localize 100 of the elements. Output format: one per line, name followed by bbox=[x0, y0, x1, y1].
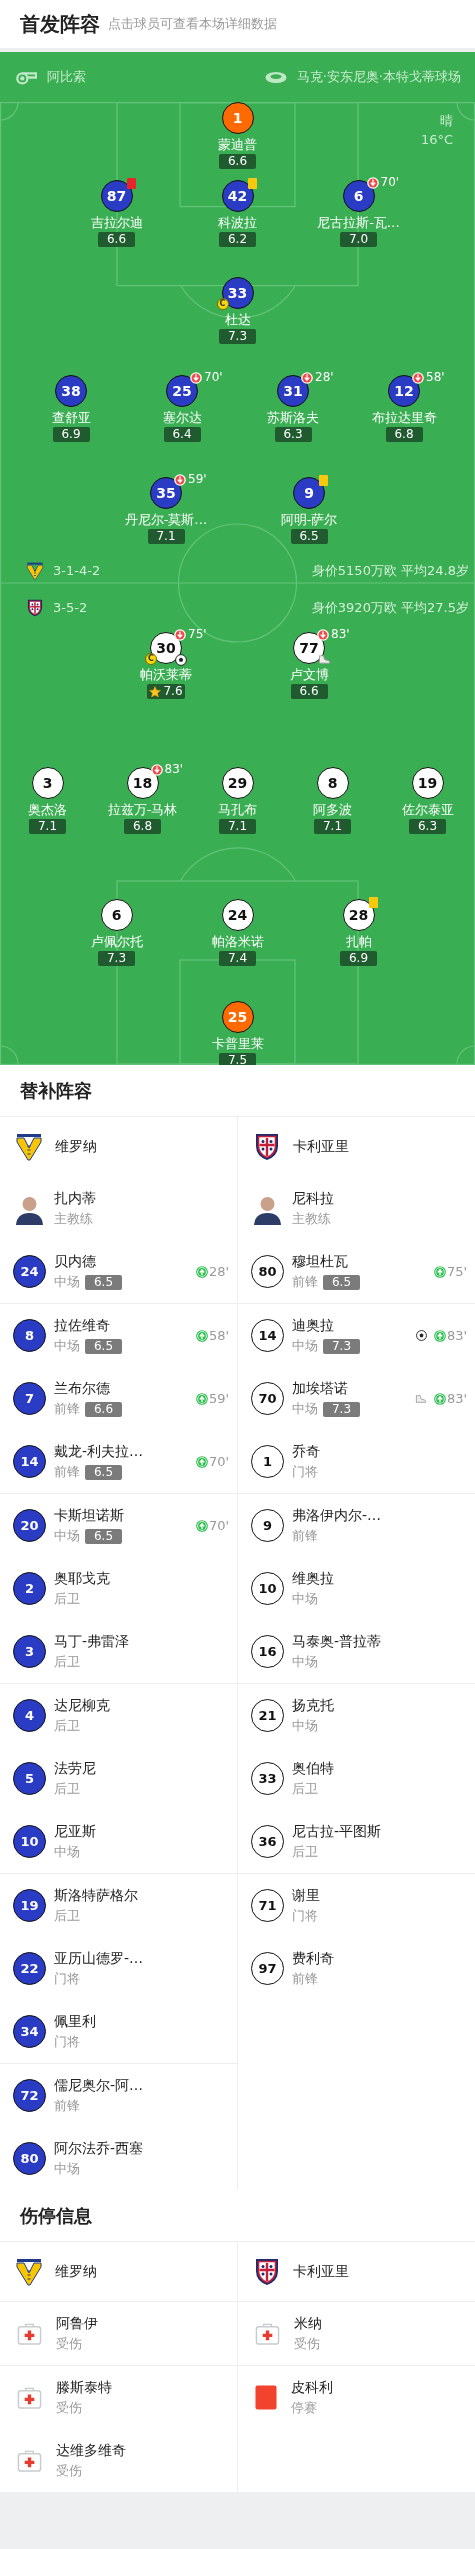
jersey-number: 34 bbox=[13, 2015, 46, 2048]
player-row[interactable]: 97 费利奇 前锋 bbox=[238, 1937, 475, 2000]
star-icon bbox=[149, 685, 162, 698]
player-name: 斯洛特萨格尔 bbox=[54, 1886, 139, 1905]
boot-icon bbox=[414, 1393, 427, 1404]
player-row[interactable]: 71 谢里 门将 bbox=[238, 1874, 475, 1937]
player-name: 奥伯特 bbox=[292, 1759, 335, 1778]
player-row[interactable]: 1 乔奇 门将 bbox=[238, 1430, 475, 1493]
sub-out-icon bbox=[301, 372, 313, 384]
player-row[interactable]: 2 奥耶戈克 后卫 bbox=[0, 1557, 237, 1620]
position-text: 前锋 bbox=[54, 1400, 80, 1418]
jersey-number[interactable]: 9 bbox=[293, 477, 325, 509]
jersey-number[interactable]: 24 bbox=[221, 899, 254, 931]
player-name: 兰布尔德 bbox=[54, 1379, 111, 1398]
status-text: 受伤 bbox=[56, 2335, 83, 2353]
player-row[interactable]: 21 扬克托 中场 bbox=[238, 1684, 475, 1747]
sub-out-icon bbox=[150, 764, 163, 776]
player-row[interactable]: 达维多维奇 受伤 bbox=[0, 2429, 237, 2492]
jersey-number: 97 bbox=[251, 1952, 284, 1985]
jersey-number[interactable]: 3 bbox=[31, 767, 64, 799]
player-name: 加埃塔诺 bbox=[292, 1379, 349, 1398]
jersey-number[interactable]: 12 bbox=[388, 375, 420, 407]
sub-in-icon bbox=[433, 1329, 446, 1342]
player-name: 奥杰洛 bbox=[28, 801, 67, 818]
player-row[interactable]: 22 亚历山德罗-… 门将 bbox=[0, 1937, 237, 2000]
player-name: 布拉达里奇 bbox=[371, 409, 437, 426]
position-text: 中场 bbox=[54, 1843, 80, 1861]
position-text: 前锋 bbox=[292, 1527, 318, 1545]
player-row[interactable]: 70 加埃塔诺 中场 7.3 83' bbox=[238, 1367, 475, 1430]
player-name: 弗洛伊内尔-… bbox=[292, 1506, 383, 1525]
captain-badge: C bbox=[145, 653, 157, 665]
referee-name: 阿比索 bbox=[47, 68, 86, 86]
position-text: 中场 bbox=[54, 2160, 80, 2178]
player-row[interactable]: 36 尼古拉-平图斯 后卫 bbox=[238, 1810, 475, 1873]
position-text: 后卫 bbox=[54, 1717, 80, 1735]
player-row[interactable]: 19 斯洛特萨格尔 后卫 bbox=[0, 1874, 237, 1937]
rating-value: 6.3 bbox=[283, 427, 303, 442]
player-row[interactable]: 33 奥伯特 后卫 bbox=[238, 1747, 475, 1810]
jersey-number[interactable]: 38 bbox=[55, 375, 87, 407]
jersey-number[interactable]: 87 bbox=[100, 180, 133, 212]
player-row[interactable]: 14 戴龙-利夫拉… 前锋 6.5 70' bbox=[0, 1430, 237, 1493]
player-row[interactable]: 7 兰布尔德 前锋 6.6 59' bbox=[0, 1367, 237, 1430]
card-icon bbox=[255, 2385, 277, 2410]
position-text: 后卫 bbox=[54, 1907, 80, 1925]
jersey-number: 22 bbox=[13, 1952, 46, 1985]
player-row[interactable]: 10 维奥拉 中场 bbox=[238, 1557, 475, 1620]
team-summary: 身价5150万欧 平均24.8岁 bbox=[311, 561, 469, 580]
coach-role: 主教练 bbox=[54, 1210, 94, 1228]
player-name: 卡斯坦诺斯 bbox=[54, 1506, 125, 1525]
sub-minute: 75' bbox=[446, 1264, 467, 1279]
player-name: 达维多维奇 bbox=[56, 2441, 127, 2460]
player-row[interactable]: 皮科利 停赛 bbox=[238, 2366, 475, 2429]
player-row[interactable]: 9 弗洛伊内尔-… 前锋 bbox=[238, 1494, 475, 1557]
player-name: 戴龙-利夫拉… bbox=[54, 1442, 145, 1461]
player-name: 卢文博 bbox=[289, 666, 329, 683]
player-name: 儒尼奥尔-阿… bbox=[54, 2076, 145, 2095]
sub-in-icon bbox=[433, 1392, 446, 1405]
sub-minute: 70' bbox=[380, 175, 400, 189]
position-text: 后卫 bbox=[54, 1780, 80, 1798]
rating-value: 6.9 bbox=[348, 951, 369, 966]
position-text: 中场 bbox=[292, 1653, 318, 1671]
jersey-number[interactable]: 35 bbox=[150, 477, 182, 509]
jersey-number[interactable]: 19 bbox=[411, 767, 444, 799]
player-row[interactable]: 8 拉佐维奇 中场 6.5 58' bbox=[0, 1304, 237, 1367]
captain-badge: C bbox=[216, 298, 229, 310]
rating-value: 6.6 bbox=[106, 232, 127, 247]
player-row[interactable]: 20 卡斯坦诺斯 中场 6.5 70' bbox=[0, 1494, 237, 1557]
player-row[interactable]: 80 穆坦杜瓦 前锋 6.5 75' bbox=[238, 1240, 475, 1303]
jersey-number[interactable]: 6 bbox=[100, 899, 133, 931]
ball-icon bbox=[415, 1330, 427, 1341]
stadium-icon bbox=[264, 70, 287, 84]
jersey-number[interactable]: 25 bbox=[166, 375, 198, 407]
player-row[interactable]: 80 阿尔法乔-西塞 中场 bbox=[0, 2127, 237, 2190]
player-name: 扬克托 bbox=[292, 1696, 335, 1715]
rating-value: 6.8 bbox=[394, 427, 414, 442]
rating-value: 7.1 bbox=[156, 529, 176, 544]
jersey-number[interactable]: 42 bbox=[221, 180, 254, 212]
player-row[interactable]: 3 马丁-弗雷泽 后卫 bbox=[0, 1620, 237, 1683]
player-row[interactable]: 米纳 受伤 bbox=[238, 2302, 475, 2365]
player-name: 迪奥拉 bbox=[292, 1316, 335, 1335]
player-name: 蒙迪普 bbox=[218, 136, 257, 153]
jersey-number[interactable]: 29 bbox=[221, 767, 254, 799]
player-row[interactable]: 10 尼亚斯 中场 bbox=[0, 1810, 237, 1873]
jersey-number[interactable]: 31 bbox=[277, 375, 309, 407]
player-row[interactable]: 滕斯泰特 受伤 bbox=[0, 2366, 237, 2429]
player-row[interactable]: 24 贝内德 中场 6.5 28' bbox=[0, 1240, 237, 1303]
player-row[interactable]: 14 迪奥拉 中场 7.3 83' bbox=[238, 1304, 475, 1367]
jersey-number[interactable]: 8 bbox=[316, 767, 349, 799]
coach-name: 扎内蒂 bbox=[54, 1189, 97, 1208]
player-row[interactable]: 4 达尼柳克 后卫 bbox=[0, 1684, 237, 1747]
player-row[interactable]: 16 马泰奥-普拉蒂 中场 bbox=[238, 1620, 475, 1683]
player-row[interactable]: 72 儒尼奥尔-阿… 前锋 bbox=[0, 2064, 237, 2127]
player-row[interactable]: 阿鲁伊 受伤 bbox=[0, 2302, 237, 2365]
player-name: 查舒亚 bbox=[51, 409, 91, 426]
jersey-number[interactable]: 18 bbox=[126, 767, 159, 799]
player-row[interactable]: 5 法劳尼 后卫 bbox=[0, 1747, 237, 1810]
jersey-number[interactable]: 6 bbox=[342, 180, 375, 212]
player-row[interactable]: 34 佩里利 门将 bbox=[0, 2000, 237, 2063]
player-name: 尼亚斯 bbox=[54, 1822, 97, 1841]
jersey-number[interactable]: 28 bbox=[342, 899, 375, 931]
